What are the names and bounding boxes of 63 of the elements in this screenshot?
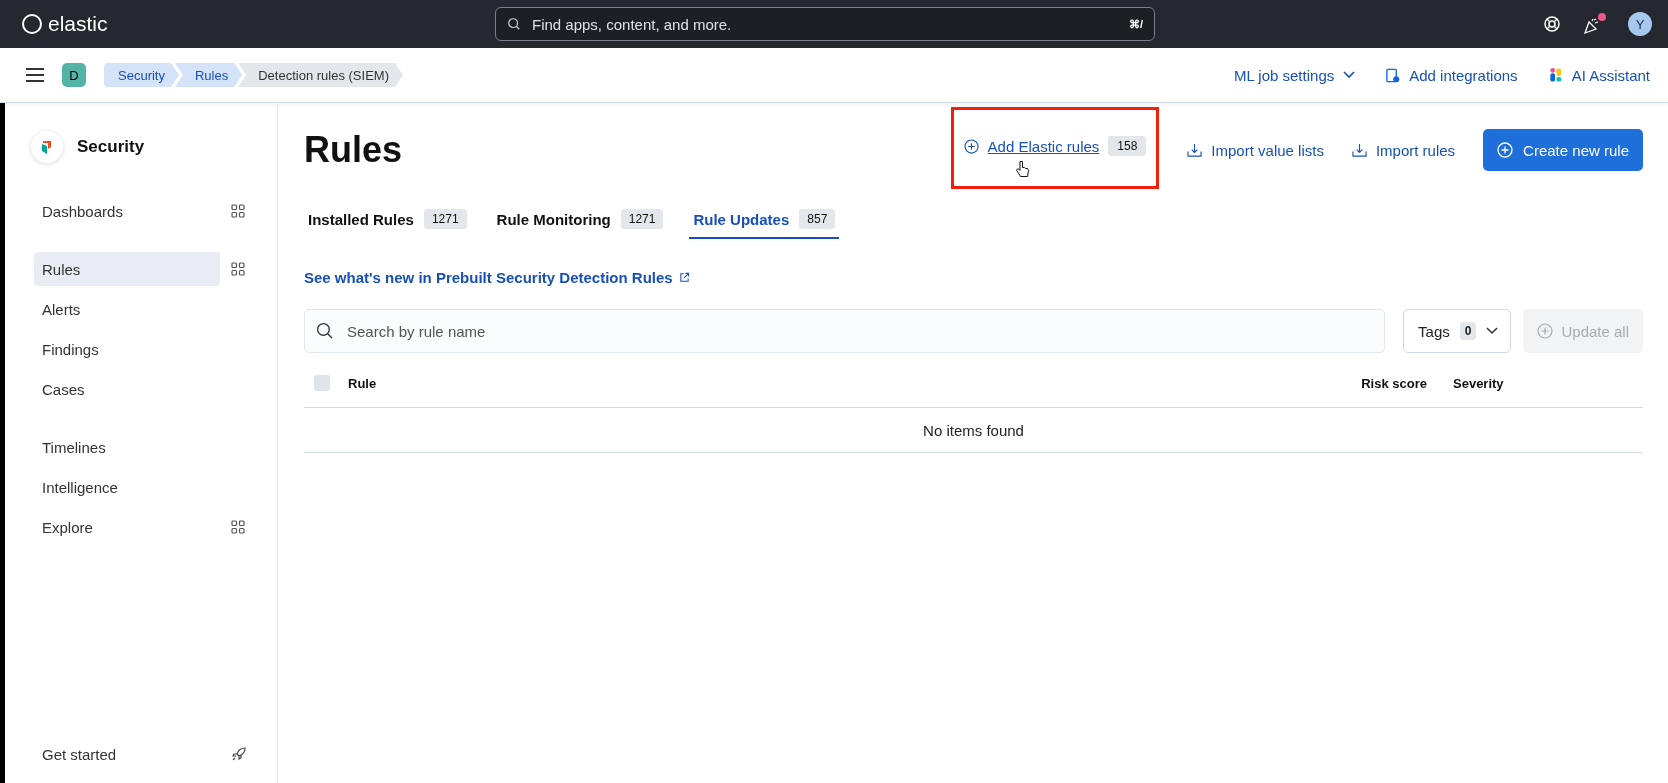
logo-text: elastic — [48, 12, 108, 36]
rocket-icon[interactable] — [231, 746, 247, 762]
search-icon — [507, 17, 521, 31]
help-lifebuoy-icon[interactable] — [1543, 15, 1561, 33]
sidebar-item[interactable]: Intelligence — [34, 470, 220, 504]
column-header[interactable]: Risk score — [1337, 375, 1427, 391]
page-title: Rules — [304, 129, 403, 171]
breadcrumb[interactable]: Detection rules (SIEM) — [238, 63, 403, 87]
chevron-down-icon — [1486, 327, 1499, 335]
header-action-link[interactable]: Import value lists — [1187, 141, 1324, 159]
sidebar-item[interactable]: Explore — [34, 510, 220, 544]
create-rule-button[interactable]: Create new rule — [1483, 129, 1643, 171]
sidebar-item[interactable]: Findings — [34, 332, 220, 366]
tab[interactable]: Rule Updates 857 — [689, 203, 840, 239]
sidebar-item[interactable]: Get started — [34, 737, 220, 771]
plus-circle-icon — [963, 138, 979, 154]
shortcut-hint: ⌘/ — [1128, 18, 1143, 31]
count-badge: 857 — [799, 209, 836, 229]
header-link[interactable]: AI Assistant — [1547, 66, 1650, 84]
select-all-checkbox[interactable] — [314, 375, 330, 391]
sidebar-item[interactable]: Rules — [34, 252, 220, 286]
column-header[interactable]: Rule — [348, 375, 1337, 391]
hand-cursor-icon — [1014, 160, 1029, 178]
sidebar-item[interactable]: Cases — [34, 372, 220, 406]
header-action-link[interactable]: Import rules — [1351, 141, 1456, 159]
sidebar-title: Security — [77, 137, 145, 157]
count-badge: 1271 — [620, 209, 664, 229]
header-link[interactable]: Add integrations — [1385, 66, 1518, 84]
empty-message: No items found — [923, 421, 1024, 439]
header-action-link[interactable]: Add Elastic rules 158 — [963, 136, 1147, 156]
space-avatar[interactable]: D — [62, 63, 86, 87]
user-avatar[interactable]: Y — [1628, 12, 1652, 36]
column-header[interactable]: Severity — [1453, 375, 1633, 391]
tags-filter-button[interactable]: Tags 0 — [1403, 309, 1512, 353]
breadcrumb[interactable]: Rules — [174, 63, 243, 87]
integrations-icon — [1385, 67, 1401, 83]
logo-circle-icon — [22, 14, 42, 34]
chevron-down-icon — [1343, 71, 1356, 79]
count-badge: 0 — [1459, 322, 1477, 340]
grid-icon[interactable] — [231, 520, 245, 534]
sidebar-item[interactable]: Timelines — [34, 430, 220, 464]
security-logo-icon — [31, 131, 63, 163]
header-link[interactable]: ML job settings — [1233, 66, 1356, 84]
sidebar-item[interactable]: Alerts — [34, 292, 220, 326]
sidebar-item[interactable]: Dashboards — [34, 194, 220, 228]
tab[interactable]: Installed Rules 1271 — [304, 203, 471, 239]
news-party-icon[interactable] — [1583, 13, 1606, 35]
grid-icon[interactable] — [231, 262, 245, 276]
whats-new-link[interactable]: See what's new in Prebuilt Security Detection Rules — [304, 269, 673, 286]
count-badge: 158 — [1108, 136, 1147, 156]
search-icon — [316, 322, 333, 339]
grid-icon[interactable] — [231, 204, 245, 218]
import-icon — [1351, 142, 1367, 158]
breadcrumb[interactable]: Security — [104, 63, 179, 87]
count-badge: 1271 — [423, 209, 467, 229]
assistant-logo-icon — [1547, 67, 1563, 83]
tab[interactable]: Rule Monitoring 1271 — [492, 203, 668, 239]
plus-circle-icon — [1497, 142, 1514, 158]
plus-circle-icon — [1537, 323, 1554, 339]
menu-icon[interactable] — [26, 68, 44, 82]
external-link-icon — [678, 272, 690, 283]
rule-search-field[interactable]: Search by rule name — [304, 309, 1386, 353]
import-icon — [1187, 142, 1203, 158]
